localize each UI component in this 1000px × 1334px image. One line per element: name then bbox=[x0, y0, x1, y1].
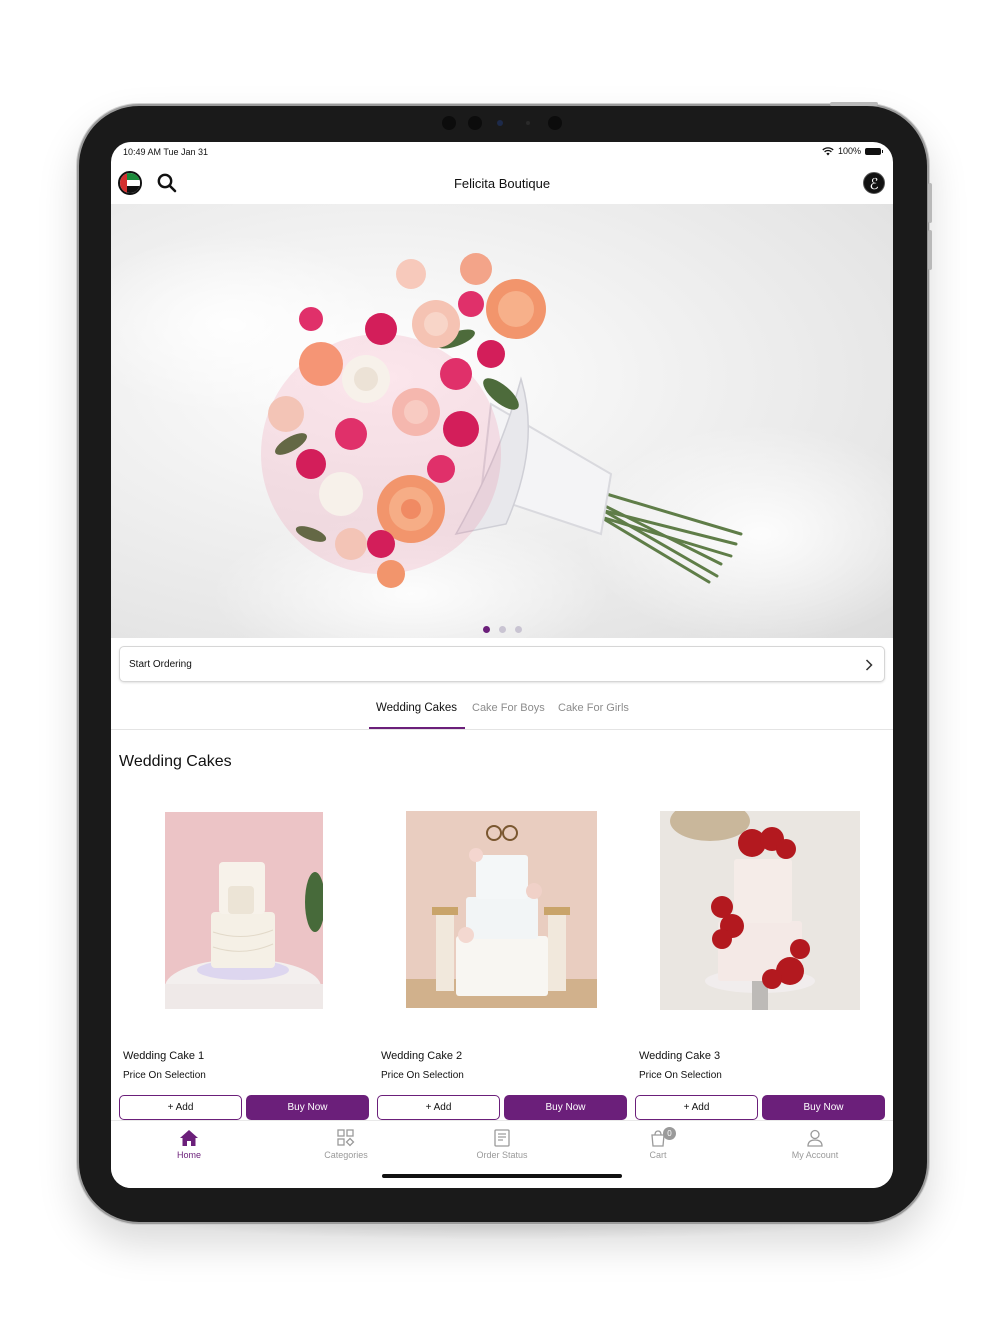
buy-now-button[interactable]: Buy Now bbox=[246, 1095, 369, 1120]
buy-now-button[interactable]: Buy Now bbox=[504, 1095, 627, 1120]
side-button-2 bbox=[928, 230, 932, 270]
category-tabs: Wedding Cakes Cake For Boys Cake For Gir… bbox=[111, 690, 893, 730]
page-title: Felicita Boutique bbox=[453, 176, 551, 191]
home-indicator[interactable] bbox=[382, 1174, 622, 1178]
categories-icon bbox=[337, 1129, 355, 1147]
hero-banner[interactable] bbox=[111, 204, 893, 638]
product-price: Price On Selection bbox=[639, 1070, 722, 1081]
tab-home[interactable]: Home bbox=[139, 1129, 239, 1160]
volume-button bbox=[830, 102, 878, 106]
home-icon bbox=[180, 1130, 198, 1146]
product-image[interactable] bbox=[660, 811, 860, 1010]
active-tab-indicator bbox=[369, 727, 465, 729]
nav-bar: Felicita Boutique ℰ bbox=[111, 164, 893, 204]
bouquet-image bbox=[111, 234, 893, 638]
product-price: Price On Selection bbox=[123, 1070, 206, 1081]
battery-icon bbox=[865, 147, 883, 155]
tab-cart[interactable]: 0 Cart bbox=[608, 1127, 708, 1160]
start-ordering-label: Start Ordering bbox=[129, 659, 192, 670]
section-title: Wedding Cakes bbox=[119, 753, 232, 770]
start-ordering-button[interactable]: Start Ordering bbox=[119, 646, 885, 682]
product-image[interactable] bbox=[406, 811, 597, 1008]
tab-my-account[interactable]: My Account bbox=[765, 1129, 865, 1160]
camera-bar bbox=[440, 116, 570, 130]
add-to-cart-button[interactable]: + Add bbox=[635, 1095, 758, 1120]
product-price: Price On Selection bbox=[381, 1070, 464, 1081]
battery-percent: 100% bbox=[837, 146, 861, 156]
carousel-dot[interactable] bbox=[514, 626, 522, 633]
tab-cake-for-boys[interactable]: Cake For Boys bbox=[472, 702, 545, 714]
status-bar: 10:49 AM Tue Jan 31 100% bbox=[111, 142, 893, 162]
tab-cake-for-girls[interactable]: Cake For Girls bbox=[558, 702, 629, 714]
product-name[interactable]: Wedding Cake 3 bbox=[639, 1050, 720, 1062]
product-name[interactable]: Wedding Cake 2 bbox=[381, 1050, 462, 1062]
tab-order-status[interactable]: Order Status bbox=[452, 1129, 552, 1160]
tab-categories[interactable]: Categories bbox=[296, 1129, 396, 1160]
side-button bbox=[928, 183, 932, 223]
account-icon bbox=[807, 1129, 823, 1147]
tab-my-account-label: My Account bbox=[791, 1150, 839, 1160]
brand-logo-icon[interactable]: ℰ bbox=[863, 172, 885, 194]
tab-order-status-label: Order Status bbox=[476, 1150, 528, 1160]
add-to-cart-button[interactable]: + Add bbox=[119, 1095, 242, 1120]
tab-cart-label: Cart bbox=[649, 1150, 667, 1160]
carousel-dot[interactable] bbox=[482, 626, 490, 633]
buy-now-button[interactable]: Buy Now bbox=[762, 1095, 885, 1120]
chevron-right-icon bbox=[865, 659, 873, 671]
tab-wedding-cakes[interactable]: Wedding Cakes bbox=[376, 702, 457, 714]
add-to-cart-button[interactable]: + Add bbox=[377, 1095, 500, 1120]
order-status-icon bbox=[494, 1129, 510, 1147]
product-name[interactable]: Wedding Cake 1 bbox=[123, 1050, 204, 1062]
status-time: 10:49 AM Tue Jan 31 bbox=[123, 147, 209, 157]
wifi-icon bbox=[822, 146, 834, 155]
cart-badge: 0 bbox=[663, 1127, 676, 1140]
product-image[interactable] bbox=[165, 812, 323, 1009]
app-screen: 10:49 AM Tue Jan 31 100% Felicita Boutiq… bbox=[111, 142, 893, 1188]
carousel-indicator[interactable] bbox=[111, 626, 893, 633]
tab-home-label: Home bbox=[176, 1150, 201, 1160]
carousel-dot[interactable] bbox=[498, 626, 506, 633]
tab-categories-label: Categories bbox=[324, 1150, 368, 1160]
